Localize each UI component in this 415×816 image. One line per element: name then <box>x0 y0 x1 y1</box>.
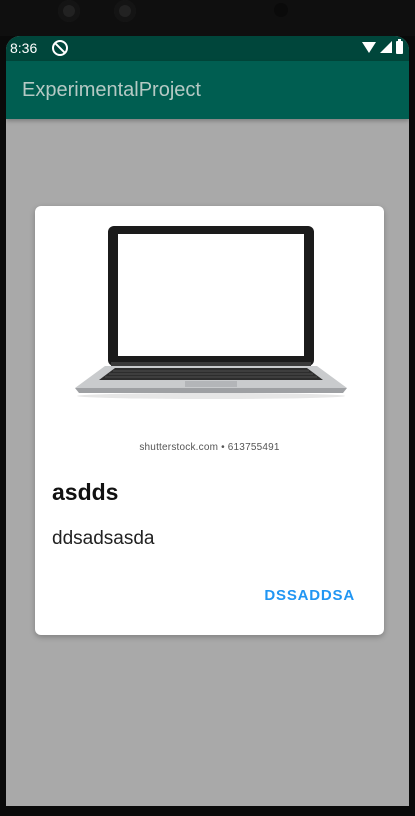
app-title: ExperimentalProject <box>22 79 201 101</box>
card-title: asdds <box>52 479 119 505</box>
bottom-bezel <box>0 806 415 816</box>
status-bar: 8:36 <box>6 36 409 61</box>
device-frame: 8:36 ExperimentalProject shutterstock.co… <box>0 0 415 816</box>
camera-icon <box>58 0 80 22</box>
wifi-icon <box>362 41 376 53</box>
battery-icon <box>396 38 403 54</box>
signal-icon <box>380 41 392 53</box>
status-time: 8:36 <box>10 40 38 56</box>
screen: 8:36 ExperimentalProject shutterstock.co… <box>6 36 409 806</box>
laptop-image-icon <box>75 226 347 399</box>
content-card: shutterstock.com • 613755491 asdds ddsad… <box>35 206 384 635</box>
app-bar: ExperimentalProject <box>6 61 409 119</box>
card-body-text: ddsadsasda <box>52 528 155 549</box>
image-watermark: shutterstock.com • 613755491 <box>139 442 280 453</box>
top-bezel <box>0 0 415 36</box>
do-not-disturb-icon <box>52 40 68 56</box>
sensor-icon <box>114 0 136 22</box>
card-action-button[interactable]: DSSADDSA <box>264 585 355 606</box>
proximity-sensor-icon <box>274 3 288 17</box>
card-image: shutterstock.com • 613755491 <box>35 206 384 456</box>
status-icons <box>362 38 403 54</box>
